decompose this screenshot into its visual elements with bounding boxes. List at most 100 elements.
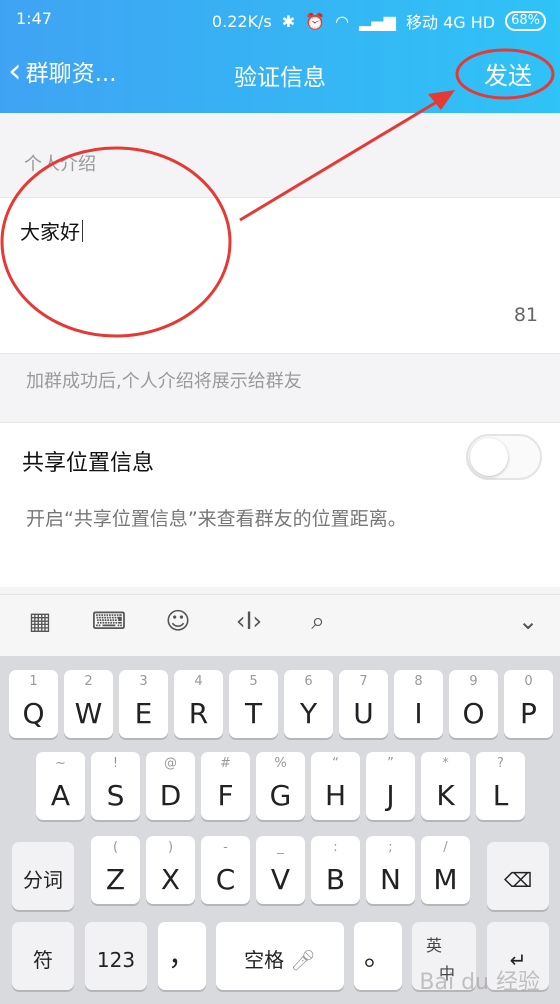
key-primary-label: R (188, 697, 209, 730)
comma-key[interactable]: ， (158, 922, 206, 990)
key-secondary-label: ! (112, 756, 119, 771)
keyboard-toolbar: ▦ ⌨ ☺ ‹I› ⌕ ⌄ (0, 594, 560, 657)
key-secondary-label: 7 (359, 674, 368, 689)
key-z[interactable]: (Z (91, 836, 140, 904)
segment-key[interactable]: 分词 (12, 842, 74, 910)
bluetooth-icon: ✱ (281, 11, 296, 31)
key-v[interactable]: _ V (256, 836, 305, 904)
key-y[interactable]: 6Y (284, 670, 333, 738)
key-primary-label: M (433, 863, 458, 896)
key-c[interactable]: -C (201, 836, 250, 904)
key-secondary-label: ) (167, 840, 174, 855)
intro-text: 大家好 (20, 216, 83, 245)
key-t[interactable]: 5T (229, 670, 278, 738)
intro-textarea[interactable]: 大家好 81 (0, 197, 560, 354)
key-u[interactable]: 7U (339, 670, 388, 738)
key-secondary-label: ~ (55, 756, 66, 771)
key-e[interactable]: 3E (119, 670, 168, 738)
key-secondary-label: ? (497, 756, 504, 771)
microphone-icon: 🎤︎ (290, 948, 316, 972)
key-secondary-label: # (220, 756, 231, 771)
key-r[interactable]: 4R (174, 670, 223, 738)
key-secondary-label: 0 (524, 674, 533, 689)
text-caret (82, 220, 83, 242)
key-secondary-label: ; (388, 840, 393, 855)
key-w[interactable]: 2W (64, 670, 113, 738)
key-b[interactable]: :B (311, 836, 360, 904)
key-secondary-label: - (223, 840, 228, 855)
key-primary-label: C (215, 863, 236, 896)
intro-hint: 加群成功后,个人介绍将展示给群友 (26, 371, 302, 392)
key-m[interactable]: / M (421, 836, 470, 904)
key-primary-label: Q (22, 697, 45, 730)
key-primary-label: J (386, 779, 395, 812)
key-o[interactable]: 9O (449, 670, 498, 738)
space-key[interactable]: 空格 🎤︎ (216, 922, 344, 990)
number-key-label: 123 (96, 948, 136, 972)
key-primary-label: O (462, 697, 485, 730)
key-secondary-label: ” (387, 756, 394, 771)
share-location-hint-text: 开启“共享位置信息”来查看群友的位置距离。 (26, 508, 407, 530)
battery-icon: 68% (505, 11, 546, 31)
wifi-icon: ◠ (335, 11, 350, 31)
share-location-toggle[interactable] (466, 434, 542, 480)
key-i[interactable]: 8I (394, 670, 443, 738)
comma-key-label: ， (167, 939, 196, 972)
symbol-key[interactable]: 符 (12, 922, 74, 990)
key-secondary-label: % (274, 756, 287, 771)
intro-value: 大家好 (20, 220, 80, 244)
emoji-icon[interactable]: ☺ (158, 607, 198, 635)
key-primary-label: I (414, 697, 423, 730)
key-p[interactable]: 0P (504, 670, 553, 738)
key-secondary-label: 1 (29, 674, 38, 689)
symbol-key-label: 符 (33, 948, 53, 972)
carrier-label: 移动 4G HD (405, 13, 496, 32)
key-a[interactable]: ~ A (36, 752, 85, 820)
key-primary-label: A (50, 779, 71, 812)
number-key[interactable]: 123 (85, 922, 147, 990)
key-primary-label: S (106, 779, 125, 812)
key-k[interactable]: * K (421, 752, 470, 820)
key-secondary-label: 4 (194, 674, 203, 689)
key-h[interactable]: “H (311, 752, 360, 820)
key-secondary-label: 9 (469, 674, 478, 689)
chevron-down-icon[interactable]: ⌄ (508, 607, 548, 635)
status-bar: 1:47 0.22K/s ✱ ⏰ ◠ ▂▄▆ 移动 4G HD 68% (0, 0, 560, 36)
key-n[interactable]: ; N (366, 836, 415, 904)
key-x[interactable]: ) X (146, 836, 195, 904)
cursor-move-icon[interactable]: ‹I› (229, 607, 269, 635)
key-s[interactable]: ! S (91, 752, 140, 820)
key-f[interactable]: # F (201, 752, 250, 820)
share-location-hint: 开启“共享位置信息”来查看群友的位置距离。 (0, 494, 560, 587)
key-secondary-label: 5 (249, 674, 258, 689)
search-icon[interactable]: ⌕ (298, 607, 338, 635)
keyboard-icon[interactable]: ⌨ (89, 607, 129, 635)
key-secondary-label: “ (332, 756, 339, 771)
key-primary-label: T (244, 697, 263, 730)
backspace-icon: ⌫ (503, 868, 533, 892)
key-d[interactable]: @ D (146, 752, 195, 820)
key-g[interactable]: % G (256, 752, 305, 820)
char-remaining-count: 81 (513, 304, 538, 326)
key-q[interactable]: 1Q (9, 670, 58, 738)
space-key-label: 空格 🎤︎ (216, 944, 344, 976)
segment-key-label: 分词 (23, 868, 63, 892)
key-l[interactable]: ? L (476, 752, 525, 820)
key-primary-label: Z (105, 863, 126, 896)
send-button[interactable]: 发送 (484, 56, 532, 91)
signal-icon: ▂▄▆ (359, 11, 396, 31)
key-primary-label: P (520, 697, 537, 730)
header-bar: 1:47 0.22K/s ✱ ⏰ ◠ ▂▄▆ 移动 4G HD 68% ‹ 群聊… (0, 0, 560, 113)
key-j[interactable]: ” J (366, 752, 415, 820)
baidu-watermark: Bai du 经验 (419, 970, 540, 995)
backspace-key[interactable]: ⌫ (487, 842, 549, 910)
key-primary-label: K (436, 779, 455, 812)
key-primary-label: U (353, 697, 374, 730)
key-secondary-label: _ (277, 840, 284, 855)
key-secondary-label: @ (164, 756, 177, 771)
key-primary-label: D (159, 779, 182, 812)
toggle-knob (470, 438, 508, 476)
key-secondary-label: 2 (84, 674, 93, 689)
share-location-row: 共享位置信息 (0, 422, 560, 495)
grid-menu-icon[interactable]: ▦ (20, 607, 60, 635)
